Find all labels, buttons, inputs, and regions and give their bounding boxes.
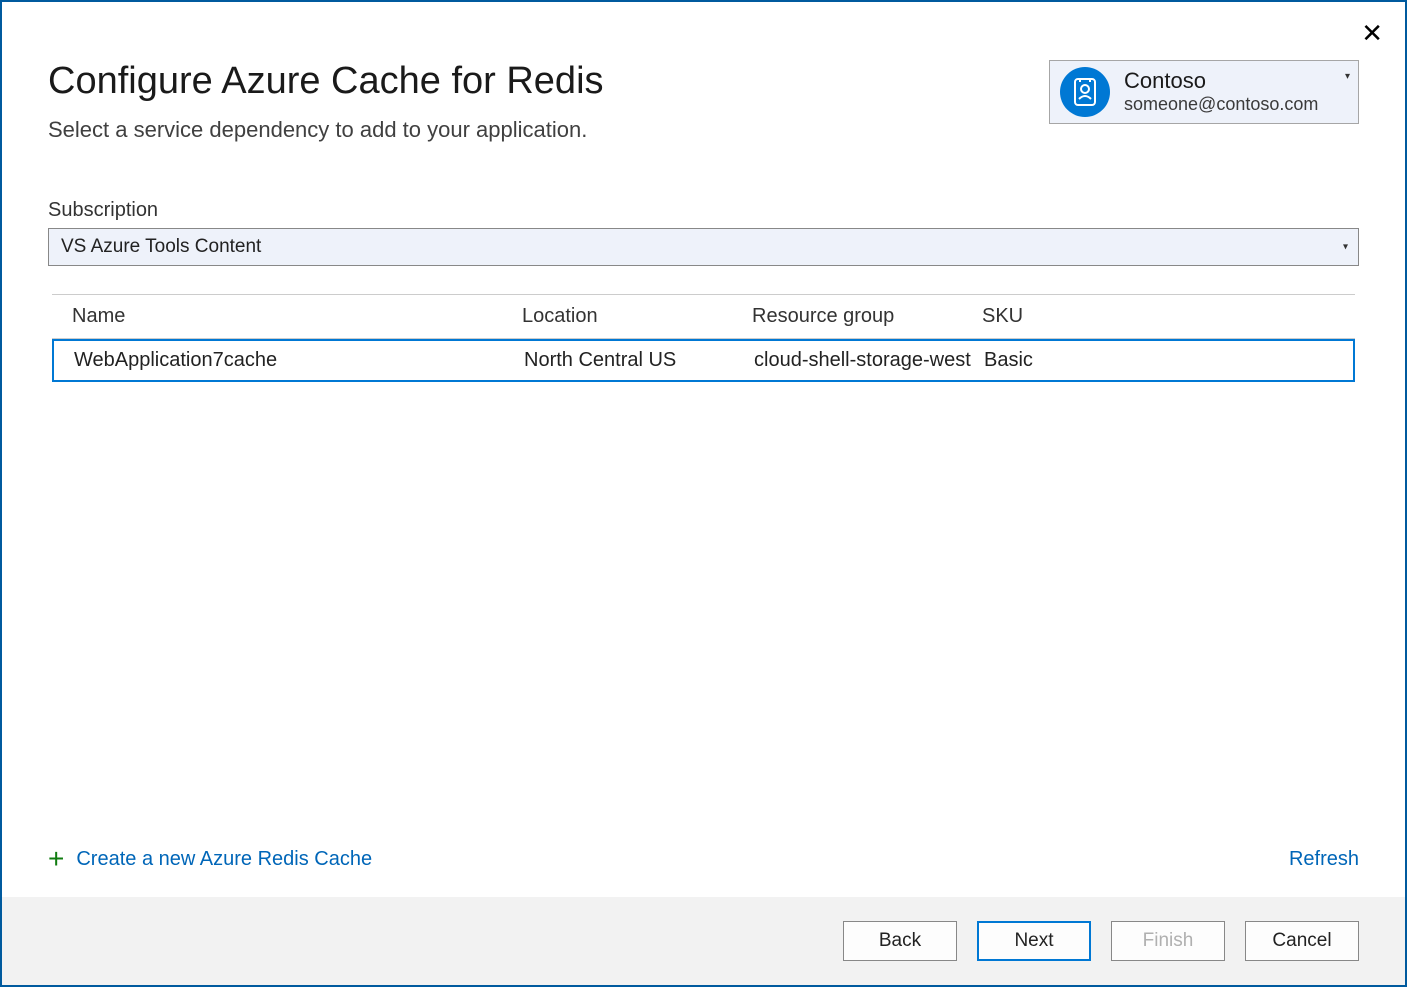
table-header: Name Location Resource group SKU [52,294,1355,339]
back-button[interactable]: Back [843,921,957,961]
body: Subscription VS Azure Tools Content ▾ Na… [2,143,1405,845]
account-name: Contoso [1124,69,1318,93]
cell-location: North Central US [524,349,754,372]
table-row[interactable]: WebApplication7cache North Central US cl… [52,339,1355,382]
footer-links: + Create a new Azure Redis Cache Refresh [2,845,1405,897]
cell-name: WebApplication7cache [64,349,524,372]
col-header-location[interactable]: Location [522,305,752,328]
next-button[interactable]: Next [977,921,1091,961]
col-header-name[interactable]: Name [62,305,522,328]
account-text: Contoso someone@contoso.com [1124,69,1318,114]
page-title: Configure Azure Cache for Redis [48,60,1049,103]
finish-button: Finish [1111,921,1225,961]
title-block: Configure Azure Cache for Redis Select a… [48,60,1049,143]
subscription-selected: VS Azure Tools Content [61,236,261,258]
account-badge-icon [1060,67,1110,117]
col-header-sku[interactable]: SKU [982,305,1345,328]
chevron-down-icon: ▾ [1343,242,1348,253]
cache-table: Name Location Resource group SKU WebAppl… [48,294,1359,382]
chevron-down-icon: ▾ [1345,71,1350,82]
col-header-resource-group[interactable]: Resource group [752,305,982,328]
create-new-cache-label: Create a new Azure Redis Cache [76,848,372,871]
subscription-dropdown[interactable]: VS Azure Tools Content ▾ [48,228,1359,266]
create-new-cache-link[interactable]: + Create a new Azure Redis Cache [48,845,372,873]
header-row: Configure Azure Cache for Redis Select a… [2,2,1405,143]
cancel-button[interactable]: Cancel [1245,921,1359,961]
page-subtitle: Select a service dependency to add to yo… [48,117,1049,143]
close-icon: ✕ [1361,18,1383,48]
account-picker[interactable]: Contoso someone@contoso.com ▾ [1049,60,1359,124]
dialog-window: ✕ Configure Azure Cache for Redis Select… [0,0,1407,987]
cell-resource-group: cloud-shell-storage-west [754,349,984,372]
cell-sku: Basic [984,349,1343,372]
refresh-link[interactable]: Refresh [1289,848,1359,871]
plus-icon: + [48,845,64,873]
close-button[interactable]: ✕ [1361,20,1383,46]
account-email: someone@contoso.com [1124,94,1318,115]
subscription-label: Subscription [48,199,1359,222]
button-bar: Back Next Finish Cancel [2,897,1405,985]
